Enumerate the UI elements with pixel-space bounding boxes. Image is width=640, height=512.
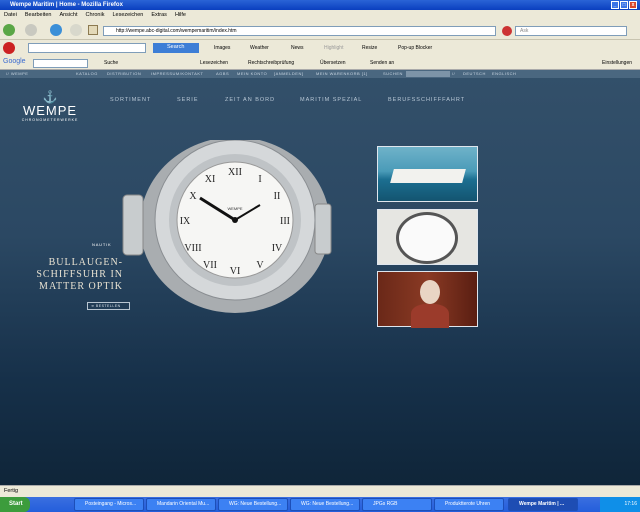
porthole-clock-image[interactable]: XIIVIIIIIX IIIIVV VIIVIIIXXI WEMPE xyxy=(120,140,340,320)
highlight-button[interactable]: Highlight xyxy=(324,44,343,52)
nav-zeit-an-bord[interactable]: ZEIT AN BORD xyxy=(225,97,275,103)
taskbar-item[interactable]: Produktterote Uhren xyxy=(434,498,504,511)
topnav-warenkorb[interactable]: MEIN WARENKORB [1] xyxy=(316,70,368,78)
headline-line: BULLAUGEN- xyxy=(48,257,123,268)
anchor-icon: ⚓ xyxy=(42,90,58,104)
back-icon[interactable] xyxy=(3,24,15,36)
svg-text:IX: IX xyxy=(180,216,191,227)
maximize-button[interactable]: □ xyxy=(620,1,628,9)
status-bar: Fertig xyxy=(0,485,640,497)
taskbar-item[interactable]: WG: Neue Bestellung... xyxy=(290,498,360,511)
menu-ansicht[interactable]: Ansicht xyxy=(59,10,77,20)
bestellen-button[interactable]: ➔ BESTELLEN xyxy=(87,302,130,310)
send-to-button[interactable]: Senden an xyxy=(370,59,394,67)
news-button[interactable]: News xyxy=(291,44,304,52)
topnav-mein-konto[interactable]: MEIN KONTO xyxy=(237,70,267,78)
menu-hilfe[interactable]: Hilfe xyxy=(175,10,186,20)
topnav-englisch[interactable]: ENGLISCH xyxy=(492,70,516,78)
forward-icon[interactable] xyxy=(25,24,37,36)
svg-text:XI: XI xyxy=(205,174,216,185)
google-suche-button[interactable]: Suche xyxy=(104,59,118,67)
stop-icon[interactable] xyxy=(70,24,82,36)
home-icon[interactable] xyxy=(88,25,98,35)
topnav-impressum[interactable]: IMPRESSUM/KONTAKT xyxy=(151,70,203,78)
clock: 17:16 xyxy=(600,497,640,512)
reload-icon[interactable] xyxy=(50,24,62,36)
topnav-anmelden[interactable]: [ANMELDEN] xyxy=(274,70,303,78)
menu-chronik[interactable]: Chronik xyxy=(86,10,105,20)
nav-sortiment[interactable]: SORTIMENT xyxy=(110,97,151,103)
category-label: NAUTIK xyxy=(92,242,112,247)
spellcheck-button[interactable]: Rechtschreibprüfung xyxy=(248,59,294,67)
taskbar: Start Posteingang - Micros... Mandarin O… xyxy=(0,497,640,512)
popup-blocker-button[interactable]: Pop-up Blocker xyxy=(398,44,432,52)
svg-text:I: I xyxy=(258,174,261,185)
topnav-separator: // xyxy=(452,71,456,76)
settings-button[interactable]: Einstellungen xyxy=(602,59,632,67)
svg-text:VI: VI xyxy=(230,266,241,277)
svg-text:III: III xyxy=(280,216,290,227)
menu-lesezeichen[interactable]: Lesezeichen xyxy=(112,10,143,20)
svg-text:VII: VII xyxy=(203,260,217,271)
taskbar-item[interactable]: Posteingang - Micros... xyxy=(74,498,144,511)
svg-text:VIII: VIII xyxy=(184,243,201,254)
google-logo: Google xyxy=(3,58,26,65)
nav-berufsschifffahrt[interactable]: BERUFSSCHIFFFAHRT xyxy=(388,97,465,103)
close-button[interactable]: x xyxy=(629,1,637,9)
logo-subtitle: CHRONOMETERWERKE xyxy=(21,118,79,122)
clock-brand: WEMPE xyxy=(227,206,242,211)
taskbar-item-active[interactable]: Wempe Maritim | ... xyxy=(508,498,578,511)
site-search-input[interactable] xyxy=(406,71,450,77)
lesezeichen-button[interactable]: Lesezeichen xyxy=(200,59,228,67)
topnav-agbs[interactable]: AGBS xyxy=(216,70,229,78)
topnav-deutsch[interactable]: DEUTSCH xyxy=(463,70,486,78)
portrait-thumbnail[interactable] xyxy=(377,271,478,328)
google-search-input[interactable] xyxy=(33,59,88,68)
nav-serie[interactable]: SERIE xyxy=(177,97,199,103)
cruise-ship-thumbnail[interactable] xyxy=(377,146,478,202)
resize-button[interactable]: Resize xyxy=(362,44,377,52)
bestellen-label: BESTELLEN xyxy=(95,304,121,308)
topnav-katalog[interactable]: KATALOG xyxy=(76,70,98,78)
clock-face-thumbnail[interactable] xyxy=(377,209,478,265)
taskbar-item[interactable]: Mandarin Oriental Mu... xyxy=(146,498,216,511)
wempe-logo[interactable]: ⚓ WEMPE CHRONOMETERWERKE xyxy=(14,90,86,122)
svg-text:XII: XII xyxy=(228,167,242,178)
menu-bearbeiten[interactable]: Bearbeiten xyxy=(25,10,52,20)
minimize-button[interactable]: _ xyxy=(611,1,619,9)
ask-search-input[interactable]: Ask xyxy=(515,26,627,36)
menu-extras[interactable]: Extras xyxy=(151,10,167,20)
window-title: Wempe Maritim | Home - Mozilla Firefox xyxy=(10,2,123,8)
svg-text:II: II xyxy=(274,191,281,202)
site-top-nav: // WEMPE KATALOG DISTRIBUTION IMPRESSUM/… xyxy=(0,70,640,78)
translate-button[interactable]: Übersetzen xyxy=(320,59,346,67)
menu-bar: Datei Bearbeiten Ansicht Chronik Lesezeichen… xyxy=(0,10,640,20)
logo-text: WEMPE xyxy=(22,103,78,118)
nav-maritim-spezial[interactable]: MARITIM SPEZIAL xyxy=(300,97,362,103)
weather-button[interactable]: Weather xyxy=(250,44,269,52)
taskbar-item[interactable]: JPGs RGB xyxy=(362,498,432,511)
topnav-wempe[interactable]: // WEMPE xyxy=(6,70,28,78)
svg-text:V: V xyxy=(256,260,264,271)
headline-line: SCHIFFSUHR IN xyxy=(36,269,123,280)
title-bar: Wempe Maritim | Home - Mozilla Firefox _… xyxy=(0,0,640,10)
url-input[interactable]: http://wempe.abc-digital.com/wempemariti… xyxy=(103,26,496,36)
svg-text:IV: IV xyxy=(272,243,283,254)
svg-text:X: X xyxy=(189,191,197,202)
topnav-distribution[interactable]: DISTRIBUTION xyxy=(107,70,141,78)
ask-icon xyxy=(502,26,512,36)
topnav-suchen: SUCHEN xyxy=(383,71,403,76)
product-headline: BULLAUGEN- SCHIFFSUHR IN MATTER OPTIK xyxy=(20,257,123,293)
taskbar-item[interactable]: WG: Neue Bestellung... xyxy=(218,498,288,511)
search-button[interactable]: Search xyxy=(153,43,199,53)
toolbar-logo-icon xyxy=(3,42,15,54)
images-button[interactable]: Images xyxy=(214,44,230,52)
toolbar-search-input[interactable] xyxy=(28,43,146,53)
menu-datei[interactable]: Datei xyxy=(4,10,17,20)
headline-line: MATTER OPTIK xyxy=(39,281,123,292)
start-button[interactable]: Start xyxy=(0,497,30,512)
